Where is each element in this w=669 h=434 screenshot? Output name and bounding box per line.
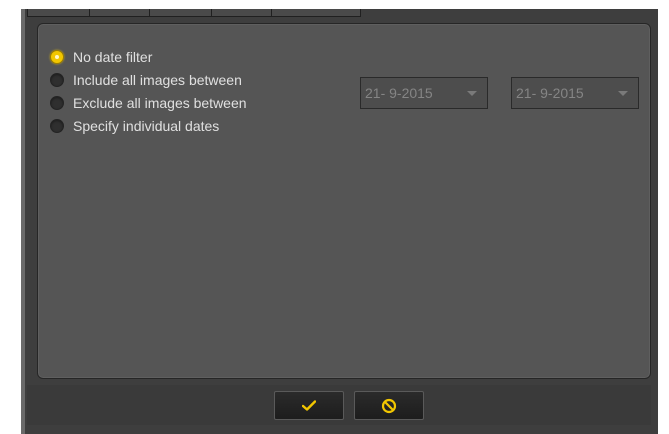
cancel-icon: [381, 398, 397, 413]
chevron-down-icon[interactable]: [467, 90, 477, 96]
option-individual-dates[interactable]: Specify individual dates: [50, 116, 219, 136]
dialog-button-bar: [27, 385, 651, 425]
date-filter-panel: No date filter Include all images betwee…: [37, 23, 651, 379]
option-exclude-between[interactable]: Exclude all images between: [50, 93, 247, 113]
radio-no-date-filter[interactable]: [50, 50, 64, 64]
option-no-date-filter[interactable]: No date filter: [50, 47, 152, 67]
option-label: Exclude all images between: [73, 95, 247, 111]
option-include-between[interactable]: Include all images between: [50, 70, 242, 90]
radio-exclude-between[interactable]: [50, 96, 64, 110]
option-label: No date filter: [73, 49, 153, 65]
chevron-down-icon[interactable]: [618, 90, 628, 96]
checkmark-icon: [302, 400, 316, 411]
end-date-picker[interactable]: 21- 9-2015: [511, 77, 639, 109]
ok-button[interactable]: [274, 391, 344, 420]
tab-strip: [27, 9, 656, 17]
option-label: Specify individual dates: [73, 118, 220, 134]
tab-5[interactable]: [271, 9, 361, 17]
tab-3[interactable]: [149, 9, 213, 17]
start-date-value: 21- 9-2015: [365, 85, 433, 101]
tab-4[interactable]: [211, 9, 273, 17]
cancel-button[interactable]: [354, 391, 424, 420]
tab-1[interactable]: [27, 9, 91, 17]
date-filter-window: No date filter Include all images betwee…: [21, 9, 658, 434]
window-left-edge: [21, 9, 25, 434]
start-date-picker[interactable]: 21- 9-2015: [360, 77, 488, 109]
option-label: Include all images between: [73, 72, 242, 88]
radio-include-between[interactable]: [50, 73, 64, 87]
end-date-value: 21- 9-2015: [516, 85, 584, 101]
tab-2[interactable]: [89, 9, 151, 17]
radio-individual-dates[interactable]: [50, 119, 64, 133]
